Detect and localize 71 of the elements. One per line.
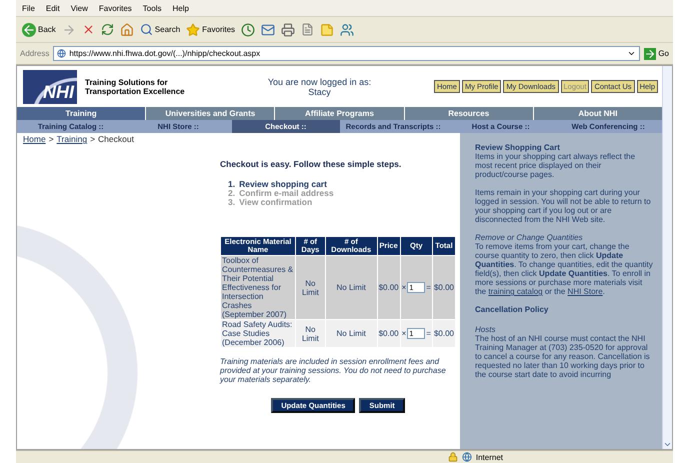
logo: NHI bbox=[23, 70, 77, 104]
print-button[interactable] bbox=[281, 22, 296, 36]
home-button[interactable] bbox=[120, 22, 134, 36]
nav-tab[interactable]: Training bbox=[17, 107, 146, 120]
help-heading: Review Shopping Cart bbox=[475, 143, 561, 152]
go-button[interactable]: Go bbox=[644, 48, 669, 60]
address-field[interactable]: https://www.nhi.fhwa.dot.gov/(...)/nhipp/checkout.aspx bbox=[53, 46, 640, 61]
menu-item[interactable]: Tools bbox=[142, 4, 162, 12]
globe-icon bbox=[462, 452, 472, 462]
nav-tab[interactable]: Universities and Grants bbox=[146, 107, 274, 120]
search-button[interactable]: Search bbox=[140, 23, 180, 36]
table-cell-text: No Limit bbox=[336, 282, 367, 294]
messenger-button[interactable] bbox=[340, 22, 354, 36]
search-icon bbox=[140, 23, 153, 36]
favorites-button[interactable]: Favorites bbox=[186, 22, 236, 36]
help-subheading: Remove or Change Quantities bbox=[475, 233, 584, 242]
step-item: 3. View confirmation bbox=[228, 198, 314, 207]
mail-button[interactable] bbox=[261, 22, 276, 36]
table-cell-text: Road Safety Audits: Case Studies (December 2006) bbox=[221, 320, 294, 347]
security-zone: Internet bbox=[476, 452, 503, 462]
breadcrumb-current: Checkout bbox=[98, 134, 134, 144]
edit-button[interactable] bbox=[301, 23, 314, 36]
help-text: Items in your shopping cart always reflect the most recent price displayed on their product/course pages. bbox=[475, 152, 636, 179]
help-heading: Cancellation Policy bbox=[475, 305, 550, 314]
nav-tab[interactable]: Affiliate Programs bbox=[275, 107, 404, 120]
table-cell-text: $0.00 bbox=[378, 328, 400, 340]
scroll-down-icon bbox=[663, 440, 672, 449]
step-item: 2. Confirm e-mail address bbox=[228, 189, 335, 198]
breadcrumb-separator: > bbox=[48, 134, 54, 144]
login-status: You are now logged in as: Stacy bbox=[266, 76, 372, 96]
menu-item[interactable]: File bbox=[22, 4, 35, 12]
menu-item[interactable]: View bbox=[70, 4, 88, 12]
table-cell-text: $0.00 bbox=[432, 282, 455, 294]
breadcrumb-separator: > bbox=[90, 134, 96, 144]
step-item: 1. Review shopping cart bbox=[228, 180, 328, 189]
equals-sign: = bbox=[426, 329, 431, 338]
text-link[interactable]: NHI Store bbox=[568, 287, 603, 296]
address-label: Address bbox=[20, 49, 50, 58]
times-sign: × bbox=[402, 329, 406, 338]
help-text: Items remain in your shopping cart during your logged in session. You will not be able to return to your shopping cart if you log out or are disconnected from the NHI Web site. bbox=[475, 188, 652, 224]
breadcrumb-link[interactable]: Home bbox=[23, 134, 46, 144]
history-button[interactable] bbox=[241, 22, 256, 36]
refresh-button[interactable] bbox=[100, 23, 114, 36]
nav-tab[interactable]: About NHI bbox=[534, 107, 662, 120]
menu-item[interactable]: Edit bbox=[46, 4, 60, 12]
globe-icon bbox=[57, 49, 66, 58]
note-text: Training materials are included in session enrollment fees and provided at your training sessions. You do not need to purchase your materials separately. bbox=[220, 357, 447, 384]
page-heading: Checkout is easy. Follow these simple steps. bbox=[220, 159, 402, 169]
help-text: To remove items from your cart, change the course quantity to zero, then click Update Quantities. To change quantities, edit the quantity field(s), then click Update Quantities. To enroll in more sessions or purchase more materials visit the training catalog or the NHI Store. bbox=[475, 242, 654, 296]
menu-item[interactable]: Help bbox=[172, 4, 189, 12]
equals-sign: = bbox=[426, 283, 431, 292]
table-cell-text: No Limit bbox=[336, 328, 367, 340]
nav-tab[interactable]: Resources bbox=[404, 107, 533, 120]
table-cell-text: Toolbox of Countermeasures & Their Potential Effectiveness for Intersection Crashes (September 2007) bbox=[221, 256, 294, 319]
table-cell-text: $0.00 bbox=[378, 282, 400, 294]
menu-item[interactable]: Favorites bbox=[98, 4, 132, 12]
help-text: The host of an NHI course must contact the NHI Training Manager at (703) 235-0520 for approval to cancel a course for any reason. Cancellation is requested no later than 10 working days prior to the course start date to avoid incurring bbox=[475, 334, 651, 379]
table-cell-text: No Limit bbox=[300, 324, 320, 344]
scrollbar[interactable] bbox=[662, 66, 672, 449]
breadcrumb-link[interactable]: Training bbox=[56, 134, 88, 144]
table-cell-text: No Limit bbox=[300, 278, 320, 298]
text-link[interactable]: training catalog bbox=[488, 287, 543, 296]
back-button[interactable]: Back bbox=[22, 22, 56, 36]
lock-icon bbox=[448, 452, 458, 462]
help-subheading: Hosts bbox=[475, 325, 496, 334]
stop-button[interactable] bbox=[82, 23, 95, 36]
times-sign: × bbox=[402, 283, 406, 292]
note-button[interactable] bbox=[320, 22, 334, 36]
tagline: Training Solutions for Transportation Excellence bbox=[85, 78, 186, 96]
star-icon bbox=[186, 22, 200, 36]
table-cell-text: $0.00 bbox=[432, 328, 455, 340]
